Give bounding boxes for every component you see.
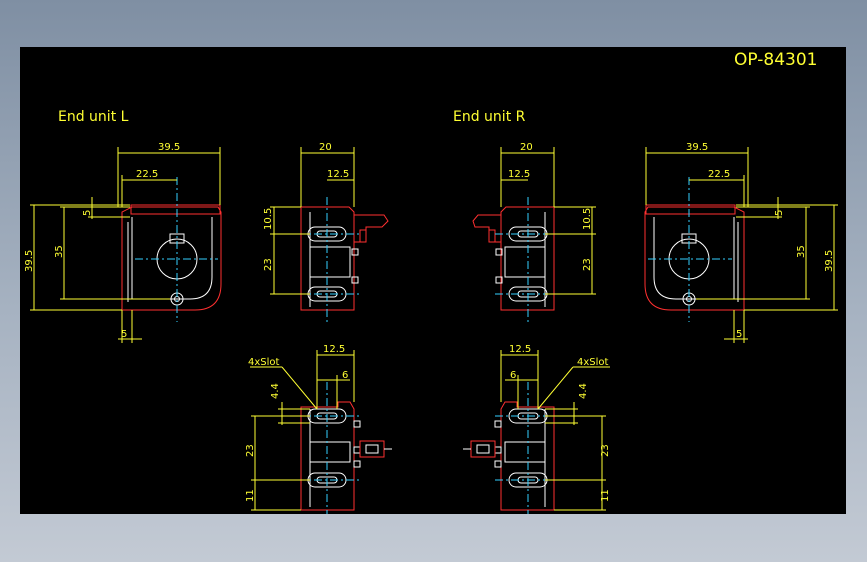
dim-12-5-front-r: 12.5 xyxy=(508,169,530,180)
dim-10-5-r: 10.5 xyxy=(582,208,593,230)
view-left-lower xyxy=(298,382,392,514)
note-4x-slot-r: 4xSlot xyxy=(577,357,609,368)
dim-35-r: 35 xyxy=(796,245,807,258)
dim-6-r: 6 xyxy=(510,370,516,381)
dim-22-5-r: 22.5 xyxy=(708,169,730,180)
dim-11-l: 11 xyxy=(245,489,256,502)
dim-5-top-l: 5 xyxy=(82,210,93,216)
dim-12-5-lower-r: 12.5 xyxy=(509,344,531,355)
dim-39-5-top-r: 39.5 xyxy=(686,142,708,153)
dim-39-5-side-l: 39.5 xyxy=(24,250,35,272)
view-left-front xyxy=(298,197,389,322)
bracket-flange xyxy=(130,204,221,215)
note-4x-slot-l: 4xSlot xyxy=(248,357,280,368)
dim-35-l: 35 xyxy=(54,245,65,258)
view-right-side xyxy=(644,177,745,322)
dim-12-5-front-l: 12.5 xyxy=(327,169,349,180)
dim-5-top-r: 5 xyxy=(774,210,785,216)
dim-23-front-l: 23 xyxy=(263,258,274,271)
cad-drawing: OP-84301 End unit L End unit R 39.5 22.5 xyxy=(24,50,838,514)
view-left-side xyxy=(121,177,222,322)
dim-39-5-top-l: 39.5 xyxy=(158,142,180,153)
dim-23-lower-l: 23 xyxy=(245,444,256,457)
dim-6-l: 6 xyxy=(342,370,348,381)
dim-12-5-lower-l: 12.5 xyxy=(323,344,345,355)
view-right-front xyxy=(472,197,560,322)
dim-10-5-l: 10.5 xyxy=(263,208,274,230)
dim-23-front-r: 23 xyxy=(582,258,593,271)
label-end-unit-r: End unit R xyxy=(453,109,526,125)
dim-23-lower-r: 23 xyxy=(600,444,611,457)
dim-4-4-l: 4.4 xyxy=(270,383,281,399)
dim-20-l: 20 xyxy=(319,142,332,153)
dim-20-r: 20 xyxy=(520,142,533,153)
drawing-number: OP-84301 xyxy=(734,50,817,70)
dim-39-5-side-r: 39.5 xyxy=(824,250,835,272)
dim-4-4-r: 4.4 xyxy=(578,383,589,399)
view-right-lower xyxy=(463,382,560,514)
bracket-inner xyxy=(131,217,213,300)
drawing-canvas: OP-84301 End unit L End unit R 39.5 22.5 xyxy=(20,47,846,514)
dim-5-bottom-r: 5 xyxy=(736,329,742,340)
dim-22-5-l: 22.5 xyxy=(136,169,158,180)
dim-5-bottom-l: 5 xyxy=(121,329,127,340)
dim-11-r: 11 xyxy=(600,489,611,502)
label-end-unit-l: End unit L xyxy=(58,109,129,125)
